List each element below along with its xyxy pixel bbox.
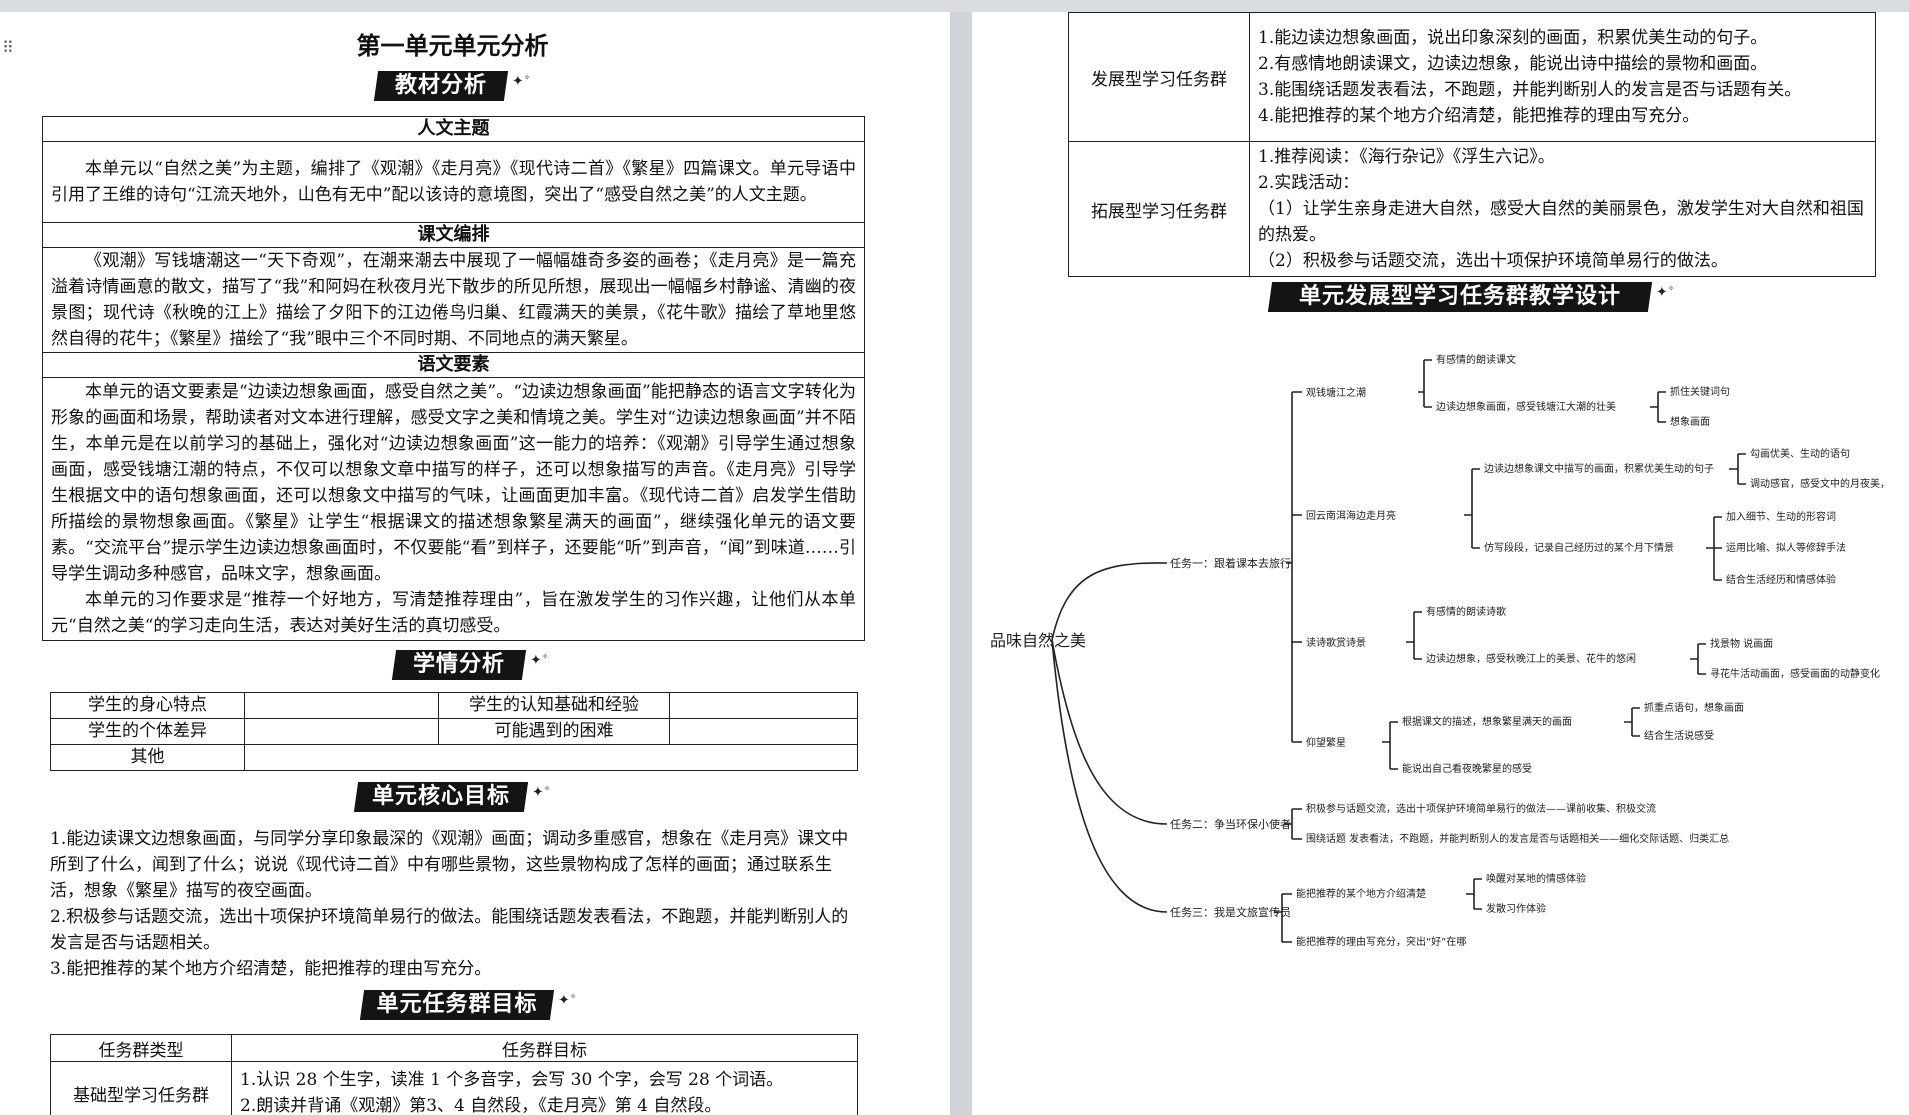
mindmap-node: 结合生活经历和情感体验 bbox=[1726, 573, 1836, 586]
mindmap-node: 边读边想象画面，感受钱塘江大潮的壮美 bbox=[1436, 400, 1616, 413]
mindmap-node: 抓重点语句，想象画面 bbox=[1644, 701, 1744, 714]
mindmap-root: 品味自然之美 bbox=[990, 631, 1086, 650]
sparkle-icon: ✦✧ bbox=[558, 992, 577, 1009]
basic-goal: 1.认识 28 个生字，读准 1 个多音字，会写 30 个字，会写 28 个词语… bbox=[240, 1070, 784, 1090]
document-page-right: 发展型学习任务群 1.能边读边想象画面，说出印象深刻的画面，积累优美生动的句子。… bbox=[972, 12, 1909, 1115]
banner-tasks-label: 单元任务群目标 bbox=[376, 992, 538, 1017]
section-elements-header: 语文要素 bbox=[42, 352, 865, 378]
theme-text: 本单元以“自然之美”为主题，编排了《观潮》《走月亮》《现代诗二首》《繁星》四篇课… bbox=[51, 159, 856, 205]
banner-textbook: 教材分析 ✦✧ bbox=[373, 71, 536, 101]
mindmap-node: 能把推荐的某个地方介绍清楚 bbox=[1296, 887, 1426, 900]
page-gutter bbox=[950, 12, 972, 1115]
student-cell-empty[interactable] bbox=[669, 692, 858, 719]
banner-textbook-label: 教材分析 bbox=[394, 73, 487, 98]
task-head-type: 任务群类型 bbox=[50, 1034, 232, 1062]
task-head-goal: 任务群目标 bbox=[231, 1034, 858, 1062]
mindmap-node: 能把推荐的理由写充分，突出“好”在哪 bbox=[1296, 935, 1466, 948]
student-cell-empty[interactable] bbox=[669, 718, 858, 745]
mindmap-node: 发散习作体验 bbox=[1486, 902, 1546, 915]
mindmap-node: 找景物 说画面 bbox=[1710, 637, 1773, 650]
student-cell-empty[interactable] bbox=[244, 692, 439, 719]
student-cell-empty[interactable] bbox=[244, 718, 439, 745]
mindmap-node: 想象画面 bbox=[1670, 415, 1710, 428]
page-title: 第一单元单元分析 bbox=[356, 32, 549, 60]
mindmap-connectors bbox=[1051, 359, 1746, 943]
student-cell: 学生的身心特点 bbox=[50, 692, 245, 719]
core-goal: 1.能边读课文边想象画面，与同学分享印象最深的《观潮》画面；调动多重感官，想象在… bbox=[50, 829, 849, 901]
elements-text-2: 本单元的习作要求是“推荐一个好地方，写清楚推荐理由”，旨在激发学生的习作兴趣，让… bbox=[51, 590, 856, 636]
mindmap-node: 围绕话题 发表看法，不跑题，并能判断别人的发言是否与话题相关——细化交际话题、归… bbox=[1306, 832, 1729, 845]
mindmap-diagram: 品味自然之美 任务一：跟着课本去旅行 观钱塘江之潮 有感情的朗读课文 边读边想象… bbox=[990, 353, 1890, 948]
mindmap-node: 能说出自己看夜晚繁星的感受 bbox=[1402, 762, 1532, 775]
mindmap-node: 加入细节、生动的形容词 bbox=[1726, 510, 1836, 523]
mindmap-node: 根据课文的描述，想象繁星满天的画面 bbox=[1402, 715, 1572, 728]
task-group-table: 任务群类型 任务群目标 基础型学习任务群 1.认识 28 个生字，读准 1 个多… bbox=[50, 1034, 858, 1115]
student-cell: 学生的认知基础和经验 bbox=[438, 692, 670, 719]
section-arrangement-header: 课文编排 bbox=[42, 222, 865, 248]
mindmap-node: 边读边想象，感受秋晚江上的美景、花牛的悠闲 bbox=[1426, 652, 1636, 665]
mindmap-node: 有感情的朗读课文 bbox=[1436, 353, 1516, 366]
student-cell-empty[interactable] bbox=[244, 744, 858, 771]
banner-students: 学情分析 ✦✧ bbox=[391, 650, 554, 680]
elements-text-1: 本单元的语文要素是“边读边想象画面，感受自然之美”。“边读边想象画面”能把静态的… bbox=[51, 382, 856, 584]
core-goal: 3.能把推荐的某个地方介绍清楚，能把推荐的理由写充分。 bbox=[50, 959, 492, 979]
core-goal: 2.积极参与话题交流，选出十项保护环境简单易行的做法。能围绕话题发表看法，不跑题… bbox=[50, 907, 849, 953]
mindmap-node: 读诗歌赏诗景 bbox=[1306, 636, 1366, 649]
textbook-analysis-table: 人文主题 本单元以“自然之美”为主题，编排了《观潮》《走月亮》《现代诗二首》《繁… bbox=[42, 116, 865, 641]
mindmap-node: 有感情的朗读诗歌 bbox=[1426, 605, 1506, 618]
banner-tasks: 单元任务群目标 ✦✧ bbox=[359, 990, 582, 1020]
core-goals: 1.能边读课文边想象画面，与同学分享印象最深的《观潮》画面；调动多重感官，想象在… bbox=[50, 826, 860, 982]
arrangement-text: 《观潮》写钱塘潮这一“天下奇观”，在潮来潮去中展现了一幅幅雄奇多姿的画卷；《走月… bbox=[51, 251, 856, 349]
mindmap-node: 回云南洱海边走月亮 bbox=[1306, 509, 1396, 522]
basic-goal: 2.朗读并背诵《观潮》第3、4 自然段，《走月亮》第 4 自然段。 bbox=[240, 1096, 722, 1115]
mindmap-node: 寻花牛活动画面，感受画面的动静变化 bbox=[1710, 667, 1880, 680]
basic-task-type: 基础型学习任务群 bbox=[50, 1061, 232, 1115]
mindmap-node: 边读边想象课文中描写的画面，积累优美生动的句子 bbox=[1484, 462, 1714, 475]
mindmap-node: 勾画优美、生动的语句 bbox=[1750, 447, 1850, 460]
mindmap-task3: 任务三：我是文旅宣传员 bbox=[1170, 905, 1291, 919]
mindmap-task1: 任务一：跟着课本去旅行 bbox=[1170, 556, 1291, 570]
mindmap-node: 调动感官，感受文中的月夜美， bbox=[1750, 477, 1890, 490]
mindmap-node: 运用比喻、拟人等修辞手法 bbox=[1726, 541, 1846, 554]
sparkle-icon: ✦✧ bbox=[530, 652, 549, 669]
banner-core-label: 单元核心目标 bbox=[371, 784, 510, 809]
document-page-left: ⠿ 第一单元单元分析 教材分析 ✦✧ 人文主题 本单元以“自然之美”为主题，编排… bbox=[0, 12, 950, 1115]
mindmap-node: 仿写段段，记录自己经历过的某个月下情景 bbox=[1484, 541, 1674, 554]
mindmap-node: 结合生活说感受 bbox=[1644, 729, 1714, 742]
mindmap-task2: 任务二：争当环保小使者 bbox=[1170, 817, 1291, 831]
section-theme-header: 人文主题 bbox=[42, 116, 865, 142]
banner-core: 单元核心目标 ✦✧ bbox=[353, 782, 556, 812]
student-cell: 学生的个体差异 bbox=[50, 718, 245, 745]
banner-students-label: 学情分析 bbox=[412, 652, 505, 677]
mindmap-node: 积极参与话题交流，选出十项保护环境简单易行的做法——课前收集、积极交流 bbox=[1306, 802, 1656, 815]
mindmap-node: 仰望繁星 bbox=[1306, 736, 1346, 749]
student-cell: 其他 bbox=[50, 744, 245, 771]
student-cell: 可能遇到的困难 bbox=[438, 718, 670, 745]
mindmap-node: 唤醒对某地的情感体验 bbox=[1486, 872, 1586, 885]
mindmap-node: 抓住关键词句 bbox=[1670, 385, 1730, 398]
student-analysis-table: 学生的身心特点 学生的认知基础和经验 学生的个体差异 可能遇到的困难 其他 bbox=[50, 692, 858, 771]
sparkle-icon: ✦✧ bbox=[532, 784, 551, 801]
mindmap-node: 观钱塘江之潮 bbox=[1306, 386, 1366, 399]
sparkle-icon: ✦✧ bbox=[512, 73, 531, 90]
